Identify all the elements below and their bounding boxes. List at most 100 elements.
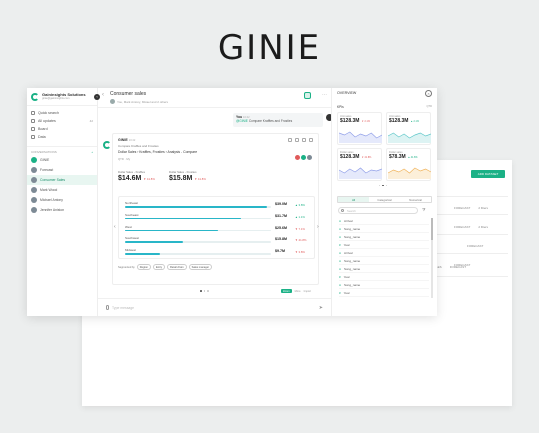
add-dataset-button[interactable]: ADD DATASET	[471, 170, 505, 178]
undo-icon[interactable]	[288, 138, 292, 142]
bar-change: ▲ 3.8%	[295, 203, 305, 207]
ginie-mention: @GINIE	[236, 119, 248, 123]
field-item[interactable]: A Song_name	[339, 226, 429, 233]
zoom-controls: Zoom More Import	[281, 289, 311, 293]
kpi-sparkline	[388, 167, 431, 179]
send-icon[interactable]: ➤	[319, 305, 323, 311]
page-dot[interactable]	[203, 290, 206, 292]
org-header[interactable]: Gaininsights Solutions ginie@gaininsight…	[27, 88, 100, 106]
kpi-pagination	[379, 185, 388, 187]
field-item[interactable]: # Year	[339, 274, 429, 281]
conversation-jennifer-aniston[interactable]: Jennifer Aniston	[27, 205, 97, 215]
page-dot[interactable]	[385, 185, 388, 187]
bar-value: $15.8M	[275, 237, 287, 242]
mic-icon[interactable]	[106, 305, 109, 310]
conversation-forecast[interactable]: Forecast	[27, 165, 97, 175]
divider	[428, 234, 508, 235]
share-icon[interactable]	[295, 138, 299, 142]
overview-header: OVERVIEW ×	[332, 88, 437, 102]
add-conversation-icon[interactable]: +	[91, 150, 93, 154]
board-icon	[31, 127, 35, 131]
divider	[428, 196, 508, 197]
segment-chip-retail-chain[interactable]: Retail chain	[167, 264, 187, 270]
filter-icon[interactable]: ⧩	[422, 207, 428, 214]
bar-row: Midwest $9.7M ▼ 3.8%	[125, 248, 311, 258]
next-arrow-icon[interactable]: ›	[317, 224, 319, 230]
more-button[interactable]: More	[295, 290, 301, 293]
sidebar-item-quick-search[interactable]: Quick search	[31, 109, 93, 117]
field-name: Year	[343, 291, 350, 295]
field-type-icon: #	[339, 291, 341, 295]
tab-all[interactable]: All	[338, 197, 369, 202]
scrollbar[interactable]	[431, 218, 433, 298]
card-filters: QTD · My	[118, 157, 131, 161]
bar-row: Southeast $31.7M ▲ 1.1%	[125, 213, 311, 223]
field-name: Year	[343, 243, 350, 247]
zoom-button[interactable]: Zoom	[281, 289, 292, 293]
sidebar-item-board[interactable]: Board	[31, 125, 93, 133]
scrollbar-thumb[interactable]	[431, 218, 433, 240]
pin-icon[interactable]	[302, 138, 306, 142]
kpi-card[interactable]: Unit sales $128.3M ▲ 2.1%	[386, 112, 431, 145]
bar	[125, 253, 161, 255]
field-item[interactable]: A Song_name	[339, 266, 429, 273]
field-item[interactable]: # Year	[339, 290, 429, 297]
kpi-card[interactable]: Dollar sales $78.3M ▲ 41.8%	[386, 148, 431, 181]
field-name: Song_name	[344, 235, 361, 239]
bar-change: ▼ 41.8%	[295, 238, 307, 243]
conversation-mark-wood[interactable]: Mark Wood	[27, 185, 97, 195]
field-item[interactable]: # Year	[339, 242, 429, 249]
input-placeholder: Type message	[112, 305, 135, 310]
field-item[interactable]: A Song_name	[339, 234, 429, 241]
tab-numerical[interactable]: Numerical	[400, 197, 431, 202]
field-item[interactable]: A Song_name	[339, 282, 429, 289]
bar-change: ▲ 1.1%	[295, 214, 305, 219]
page-dot[interactable]	[207, 290, 209, 292]
field-type-icon: A	[339, 259, 342, 263]
kpi-card[interactable]: Dollar sales $128.3M ▼ 41.8%	[337, 148, 382, 181]
segment-chip-region[interactable]: Region	[136, 264, 151, 270]
ginie-avatar-icon	[103, 141, 111, 149]
bg-row: FORECAST 2 filters	[454, 225, 489, 229]
bar-track	[125, 217, 271, 220]
page-dot[interactable]	[379, 185, 381, 187]
segment-chip-entry[interactable]: Entry	[152, 264, 166, 270]
bar-row: Southwest $15.8M ▼ 41.8%	[125, 236, 311, 246]
kpi-card[interactable]: Unit sales $128.3M ▼ 2.1%	[337, 112, 382, 145]
ginie-toggle-icon[interactable]	[304, 92, 311, 99]
field-item[interactable]: A Song_name	[339, 258, 429, 265]
segment-chip-sales-manager[interactable]: Sales manager	[188, 264, 213, 270]
sidebar-item-data[interactable]: Data	[31, 133, 93, 141]
bar-track	[125, 206, 271, 208]
back-icon[interactable]: ‹	[102, 92, 104, 98]
more-icon[interactable]	[309, 138, 313, 142]
chat-title: Consumer sales	[110, 91, 147, 97]
kpi-sparkline	[339, 167, 382, 179]
conversation-ginie[interactable]: GINIE	[27, 155, 97, 165]
import-button[interactable]: Import	[304, 290, 311, 293]
metric-kraffies: Dollar Sales - Kraffies $14.6M ▼ 41.8%	[118, 170, 155, 182]
kpis-period-select[interactable]: QTD	[427, 105, 432, 108]
tab-categorical[interactable]: Categorical	[369, 197, 400, 202]
field-search-input[interactable]: Search	[338, 207, 418, 214]
field-type-icon: A	[339, 267, 342, 271]
field-item[interactable]: A Arrival	[339, 218, 429, 225]
avatar	[31, 157, 37, 163]
bar-change: ▼ 7.1%	[295, 226, 305, 231]
page-dot[interactable]	[382, 185, 384, 187]
close-icon[interactable]: ×	[425, 90, 432, 97]
conversation-michael-antony[interactable]: Michael Antony	[27, 195, 97, 205]
field-item[interactable]: A Arrival	[339, 250, 429, 257]
page-dot[interactable]	[200, 290, 202, 292]
field-type-icon: A	[339, 251, 342, 255]
more-icon[interactable]: ⋯	[322, 92, 327, 98]
message-input[interactable]: Type message ➤	[98, 298, 331, 316]
conversation-consumer-sales[interactable]: Consumer Sales	[27, 175, 97, 185]
prev-arrow-icon[interactable]: ‹	[114, 224, 116, 230]
bg-row: SALESFORECAST	[432, 265, 467, 269]
bar	[125, 217, 241, 220]
sidebar-item-all-updates[interactable]: All updates 42	[31, 117, 93, 125]
bar-change: ▼ 3.8%	[295, 250, 305, 255]
field-name: Song_name	[344, 283, 361, 287]
sidebar: Gaininsights Solutions ginie@gaininsight…	[27, 88, 100, 316]
